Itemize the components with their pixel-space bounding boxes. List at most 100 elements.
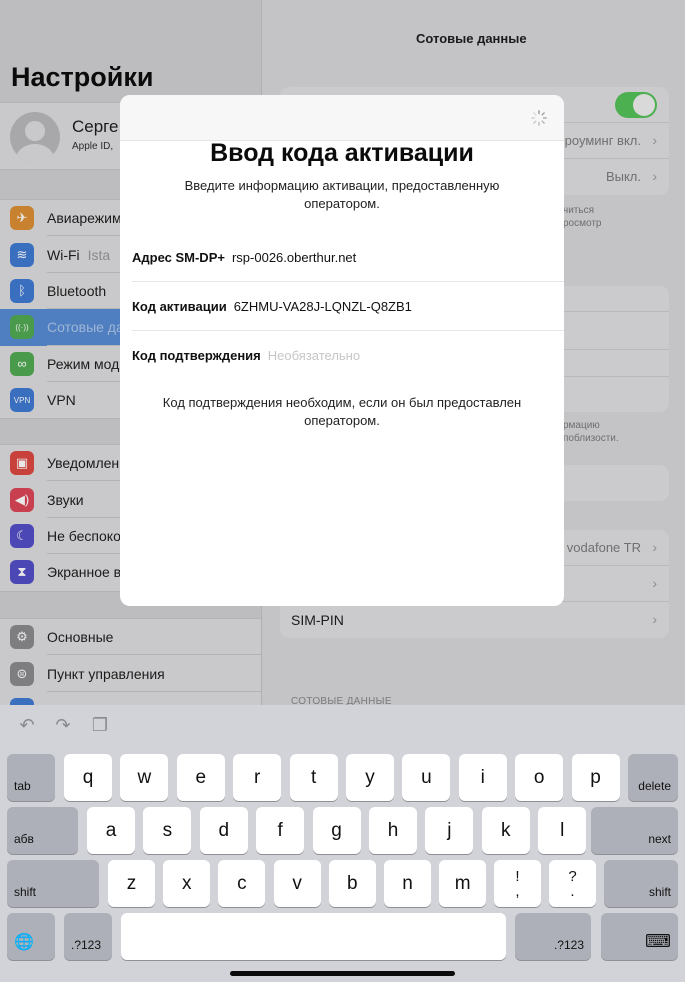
tab-key[interactable]: tab [7, 754, 55, 801]
activation-code-input[interactable] [233, 298, 484, 314]
confirmation-code-field: Код подтверждения [132, 331, 564, 380]
key-x[interactable]: x [163, 860, 211, 907]
key-v[interactable]: v [273, 860, 321, 907]
cellular-icon: ((·)) [10, 315, 34, 340]
modal-subtitle: Введите информацию активации, предоставл… [184, 178, 500, 211]
option-value: Выкл. [605, 169, 641, 184]
sim-pin-label: SIM-PIN [291, 612, 344, 628]
key-punct1[interactable]: !, [494, 860, 541, 907]
sim-pin-row[interactable]: SIM-PIN › [280, 602, 669, 638]
key-q[interactable]: q [64, 754, 112, 801]
sounds-icon: ◀) [10, 487, 34, 512]
smdp-address-label: Адрес SM-DP+ [132, 249, 225, 265]
key-b[interactable]: b [328, 860, 376, 907]
shift-key-left[interactable]: shift [7, 860, 99, 907]
numbers-key-right[interactable]: .?123 [515, 913, 591, 960]
smdp-address-input[interactable] [231, 249, 482, 265]
gear-icon: ⚙ [10, 625, 34, 650]
delete-key[interactable]: delete [628, 754, 678, 801]
key-d[interactable]: d [199, 807, 248, 854]
cellular-note: читься росмотр [563, 205, 602, 229]
activation-code-modal: Ввод кода активации Введите информацию а… [120, 95, 564, 606]
keyboard-dismiss-icon[interactable]: ⌨ [601, 913, 678, 960]
sidebar-group-general: ⚙ Основные ⊜ Пункт управления [0, 618, 261, 705]
sidebar-item[interactable]: ⚙ Основные [0, 619, 261, 656]
control-center-icon: ⊜ [10, 661, 34, 686]
key-z[interactable]: z [108, 860, 155, 907]
chevron-right-icon: › [652, 168, 657, 184]
home-indicator[interactable] [230, 971, 455, 976]
sidebar-title: Настройки [11, 62, 154, 92]
undo-icon[interactable]: ↶ [17, 715, 37, 735]
key-m[interactable]: m [439, 860, 487, 907]
space-key[interactable] [121, 913, 506, 960]
key-l[interactable]: l [538, 807, 587, 854]
sidebar-item-label: VPN [47, 392, 76, 409]
numbers-key-left[interactable]: .?123 [64, 913, 112, 960]
sidebar-item-label: Wi-Fi Ista [47, 246, 111, 263]
key-e[interactable]: e [176, 754, 225, 801]
cellular-data-toggle[interactable] [615, 92, 657, 118]
key-h[interactable]: h [369, 807, 417, 854]
sidebar-item-label: Основные [47, 629, 114, 646]
modal-footnote: Код подтверждения необходим, если он был… [162, 395, 522, 428]
redo-icon[interactable]: ↷ [53, 715, 73, 735]
keyboard-toolbar: ↶ ↷ ❐ [0, 705, 685, 749]
sidebar-item-label: Уведомлен [47, 455, 120, 472]
key-s[interactable]: s [143, 807, 192, 854]
key-r[interactable]: r [233, 754, 282, 801]
profile-subtitle: Apple ID, [72, 141, 114, 152]
key-w[interactable]: w [120, 754, 169, 801]
globe-icon[interactable]: 🌐 [7, 913, 55, 960]
loading-spinner-icon [531, 110, 547, 126]
key-j[interactable]: j [425, 807, 474, 854]
display-icon [10, 697, 34, 705]
key-o[interactable]: o [515, 754, 564, 801]
carrier-value: vodafone TR [566, 540, 641, 555]
wifi-icon: ≋ [10, 242, 34, 267]
key-a[interactable]: a [87, 807, 135, 854]
shift-key-right[interactable]: shift [604, 860, 678, 907]
key-g[interactable]: g [312, 807, 361, 854]
key-u[interactable]: u [402, 754, 451, 801]
sidebar-item[interactable]: ⊜ Пункт управления [0, 655, 261, 693]
notifications-icon: ▣ [10, 451, 34, 476]
key-n[interactable]: n [384, 860, 431, 907]
activation-code-field: Код активации [132, 282, 564, 331]
confirmation-code-label: Код подтверждения [132, 348, 261, 363]
key-t[interactable]: t [289, 754, 338, 801]
next-key[interactable]: next [591, 807, 678, 854]
chevron-right-icon: › [652, 575, 657, 591]
sidebar-item-label: Режим мод [47, 355, 120, 372]
vpn-icon: VPN [10, 388, 34, 413]
key-f[interactable]: f [256, 807, 305, 854]
chevron-right-icon: › [652, 539, 657, 555]
sidebar-item-value: Ista [87, 246, 111, 263]
hourglass-icon: ⧗ [10, 560, 34, 585]
detail-title: Сотовые данные [416, 31, 527, 46]
keyboard: ↶ ↷ ❐ tab q w e r t y u i o p delete абв a s d f g h j k l nex… [0, 705, 685, 982]
confirmation-code-input[interactable] [267, 348, 518, 363]
profile-name: Серге [72, 117, 119, 136]
sidebar-item[interactable] [0, 692, 261, 705]
key-k[interactable]: k [481, 807, 530, 854]
roaming-value: роуминг вкл. [564, 133, 641, 148]
modal-title: Ввод кода активации [210, 139, 474, 167]
moon-icon: ☾ [10, 523, 34, 548]
sidebar-item-label: Bluetooth [47, 282, 107, 299]
key-i[interactable]: i [458, 754, 507, 801]
sidebar-item-label: Сотовые да [47, 319, 124, 336]
sidebar-item-label: Пункт управления [47, 665, 165, 682]
sidebar-item-label: Звуки [47, 491, 84, 508]
key-p[interactable]: p [571, 754, 620, 801]
sidebar-item-label: Экранное в [47, 564, 122, 581]
key-punct2[interactable]: ?. [549, 860, 596, 907]
paste-icon[interactable]: ❐ [90, 715, 110, 735]
hotspot-icon: ∞ [10, 351, 34, 376]
language-key[interactable]: абв [7, 807, 78, 854]
key-y[interactable]: y [346, 754, 394, 801]
sidebar-item-label: Не беспоко [47, 527, 121, 544]
key-c[interactable]: c [218, 860, 266, 907]
smdp-address-field: Адрес SM-DP+ [132, 233, 564, 282]
airplane-icon: ✈ [10, 206, 34, 231]
